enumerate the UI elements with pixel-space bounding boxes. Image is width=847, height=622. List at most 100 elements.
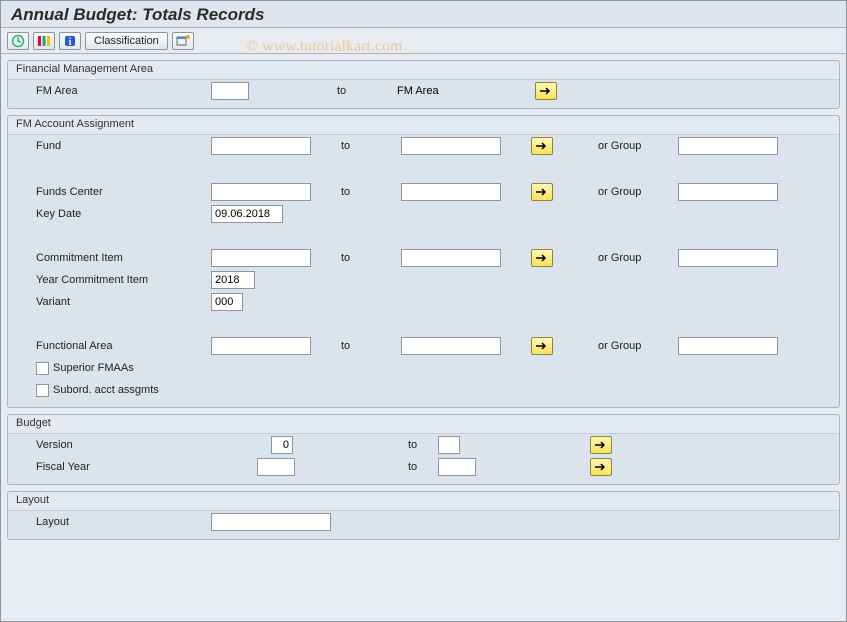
commitment-item-label: Commitment Item — [16, 252, 211, 264]
version-from-input[interactable] — [271, 436, 293, 454]
row-functional-area: Functional Area to or Group — [8, 335, 839, 357]
subord-acct-label: Subord. acct assgmts — [53, 384, 159, 396]
fiscal-year-to-label: to — [408, 461, 438, 473]
content-area: © www.tutorialkart.com Financial Managem… — [1, 54, 846, 552]
classification-label: Classification — [94, 35, 159, 47]
variant-label: Variant — [16, 296, 211, 308]
key-date-label: Key Date — [16, 208, 211, 220]
version-multi-select-button[interactable] — [590, 436, 612, 454]
version-to-label: to — [408, 439, 438, 451]
fund-to-label: to — [341, 140, 401, 152]
clock-execute-icon — [11, 34, 25, 48]
version-label: Version — [16, 439, 211, 451]
layout-input[interactable] — [211, 513, 331, 531]
fund-multi-select-button[interactable] — [531, 137, 553, 155]
new-window-button[interactable] — [172, 32, 194, 50]
palette-icon — [37, 34, 51, 48]
fund-to-input[interactable] — [401, 137, 501, 155]
classification-button[interactable]: Classification — [85, 32, 168, 50]
functional-area-multi-select-button[interactable] — [531, 337, 553, 355]
row-fund: Fund to or Group — [8, 135, 839, 157]
group-fm-area: Financial Management Area FM Area to FM … — [7, 60, 840, 109]
toolbar: i Classification — [1, 28, 846, 54]
superior-fmaas-label: Superior FMAAs — [53, 362, 134, 374]
group-budget: Budget Version to Fiscal Year to — [7, 414, 840, 485]
group-layout: Layout Layout — [7, 491, 840, 540]
funds-center-from-input[interactable] — [211, 183, 311, 201]
layout-label: Layout — [16, 516, 211, 528]
fiscal-year-multi-select-button[interactable] — [590, 458, 612, 476]
functional-area-to-input[interactable] — [401, 337, 501, 355]
key-date-input[interactable] — [211, 205, 283, 223]
fm-area-from-input[interactable] — [211, 82, 249, 100]
row-key-date: Key Date — [8, 203, 839, 225]
group-title-assignment: FM Account Assignment — [8, 116, 839, 135]
subord-acct-checkbox[interactable] — [36, 384, 49, 397]
version-to-input[interactable] — [438, 436, 460, 454]
fund-group-input[interactable] — [678, 137, 778, 155]
funds-center-to-label: to — [341, 186, 401, 198]
row-superior-fmaas: Superior FMAAs — [8, 357, 839, 379]
arrow-right-icon — [594, 439, 608, 451]
fiscal-year-to-input[interactable] — [438, 458, 476, 476]
row-fm-area: FM Area to FM Area — [8, 80, 839, 102]
fund-or-group-label: or Group — [598, 140, 678, 152]
commitment-item-from-input[interactable] — [211, 249, 311, 267]
title-bar: Annual Budget: Totals Records — [1, 1, 846, 28]
arrow-right-icon — [539, 85, 553, 97]
arrow-right-icon — [535, 252, 549, 264]
variant-input[interactable] — [211, 293, 243, 311]
fm-area-to-label: to — [337, 85, 397, 97]
functional-area-label: Functional Area — [16, 340, 211, 352]
row-funds-center: Funds Center to or Group — [8, 181, 839, 203]
arrow-right-icon — [594, 461, 608, 473]
spacer — [8, 157, 839, 181]
row-subord-acct: Subord. acct assgmts — [8, 379, 839, 401]
fund-from-input[interactable] — [211, 137, 311, 155]
spacer — [8, 225, 839, 247]
row-variant: Variant — [8, 291, 839, 313]
execute-button[interactable] — [7, 32, 29, 50]
row-fiscal-year: Fiscal Year to — [8, 456, 839, 478]
group-title-layout: Layout — [8, 492, 839, 511]
fiscal-year-label: Fiscal Year — [16, 461, 211, 473]
commitment-item-multi-select-button[interactable] — [531, 249, 553, 267]
group-assignment: FM Account Assignment Fund to or Group F… — [7, 115, 840, 408]
svg-text:i: i — [69, 37, 72, 48]
year-ci-input[interactable] — [211, 271, 255, 289]
group-title-fm-area: Financial Management Area — [8, 61, 839, 80]
functional-area-group-input[interactable] — [678, 337, 778, 355]
arrow-right-icon — [535, 340, 549, 352]
superior-fmaas-checkbox[interactable] — [36, 362, 49, 375]
palette-button[interactable] — [33, 32, 55, 50]
commitment-item-group-input[interactable] — [678, 249, 778, 267]
funds-center-group-input[interactable] — [678, 183, 778, 201]
commitment-item-to-label: to — [341, 252, 401, 264]
fm-area-label: FM Area — [16, 85, 211, 97]
fm-area-multi-select-button[interactable] — [535, 82, 557, 100]
funds-center-to-input[interactable] — [401, 183, 501, 201]
page-title: Annual Budget: Totals Records — [11, 5, 836, 25]
funds-center-multi-select-button[interactable] — [531, 183, 553, 201]
fiscal-year-from-input[interactable] — [257, 458, 295, 476]
row-version: Version to — [8, 434, 839, 456]
info-button[interactable]: i — [59, 32, 81, 50]
row-layout: Layout — [8, 511, 839, 533]
commitment-item-or-group-label: or Group — [598, 252, 678, 264]
fund-label: Fund — [16, 140, 211, 152]
functional-area-or-group-label: or Group — [598, 340, 678, 352]
functional-area-to-label: to — [341, 340, 401, 352]
funds-center-or-group-label: or Group — [598, 186, 678, 198]
row-year-commitment-item: Year Commitment Item — [8, 269, 839, 291]
arrow-right-icon — [535, 140, 549, 152]
arrow-right-icon — [535, 186, 549, 198]
fm-area-to-text: FM Area — [397, 85, 497, 97]
commitment-item-to-input[interactable] — [401, 249, 501, 267]
row-commitment-item: Commitment Item to or Group — [8, 247, 839, 269]
info-icon: i — [63, 34, 77, 48]
funds-center-label: Funds Center — [16, 186, 211, 198]
group-title-budget: Budget — [8, 415, 839, 434]
spacer — [8, 313, 839, 335]
new-window-icon — [176, 34, 190, 48]
functional-area-from-input[interactable] — [211, 337, 311, 355]
